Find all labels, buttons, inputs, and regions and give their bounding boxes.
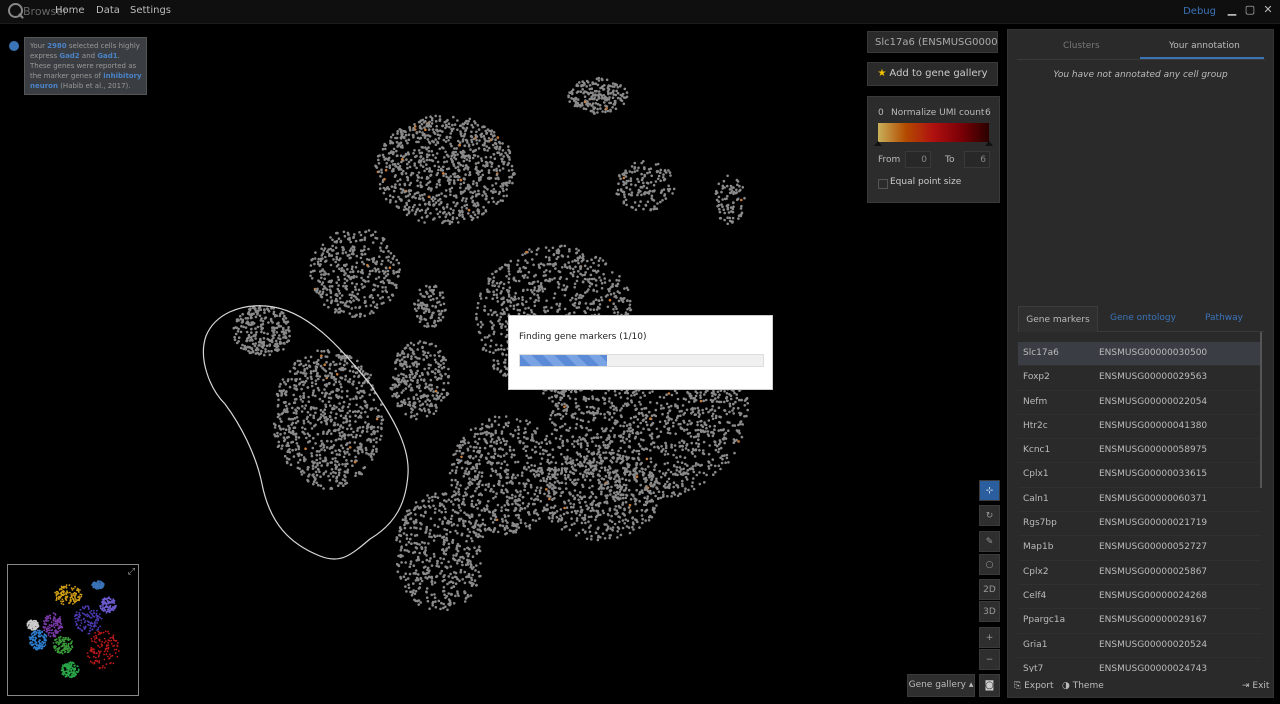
- to-label: To: [945, 155, 955, 165]
- minimap-plot: [26, 580, 120, 679]
- selection-tooltip: Your 2980 selected cells highly express …: [24, 37, 147, 95]
- nav-data[interactable]: Data: [96, 5, 120, 16]
- tab-your-annotation[interactable]: Your annotation: [1169, 41, 1240, 51]
- gene-row[interactable]: Syt7 ENSMUSG00000024743: [1018, 658, 1262, 672]
- gene-list-scrollbar[interactable]: [1260, 332, 1262, 488]
- legend-title: Normalize UMI count: [891, 108, 985, 118]
- right-panel: Clusters Your annotation You have not an…: [1007, 29, 1274, 698]
- zoom-out-button[interactable]: −: [979, 649, 1000, 670]
- export-icon: ⎘: [1014, 681, 1025, 691]
- nav-settings[interactable]: Settings: [130, 5, 171, 16]
- equal-point-size-checkbox[interactable]: [878, 179, 888, 189]
- gene-row[interactable]: Cplx2 ENSMUSG00000025867: [1018, 561, 1262, 585]
- maximize-icon[interactable]: ▢: [1244, 4, 1256, 16]
- refresh-icon: ↻: [985, 511, 994, 521]
- from-input[interactable]: 0: [905, 151, 931, 168]
- lasso-tool-button[interactable]: ○: [979, 554, 1000, 575]
- zoom-in-button[interactable]: +: [979, 627, 1000, 648]
- from-label: From: [878, 155, 901, 165]
- color-legend: 0 Normalize UMI count 6 From 0 To 6 Equa…: [867, 96, 1000, 203]
- gene-search-input[interactable]: Slc17a6 (ENSMUSG00000030500): [867, 31, 998, 53]
- gene-row[interactable]: Cplx1 ENSMUSG00000033615: [1018, 463, 1262, 488]
- lasso-icon: ○: [985, 560, 994, 570]
- progress-fill: [520, 355, 608, 366]
- cluster-tool-button[interactable]: ⊹: [979, 480, 1000, 501]
- gene-row[interactable]: Slc17a6 ENSMUSG00000030500: [1018, 342, 1262, 367]
- star-icon: ★: [877, 68, 887, 79]
- gene-row[interactable]: Celf4 ENSMUSG00000024268: [1018, 585, 1262, 610]
- view-3d-button[interactable]: 3D: [979, 601, 1000, 622]
- tab-gene-markers[interactable]: Gene markers: [1018, 306, 1098, 332]
- pen-icon: ✎: [985, 537, 994, 547]
- tab-gene-ontology[interactable]: Gene ontology: [1110, 313, 1176, 323]
- range-handle-max[interactable]: [985, 141, 993, 146]
- legend-min: 0: [878, 108, 884, 118]
- gene-row[interactable]: Ppargc1a ENSMUSG00000029167: [1018, 609, 1262, 634]
- equal-point-size-label: Equal point size: [890, 177, 962, 187]
- gene-gallery-button[interactable]: Gene gallery ▴: [907, 674, 975, 697]
- gene-row[interactable]: Kcnc1 ENSMUSG00000058975: [1018, 439, 1262, 464]
- tab-pathway[interactable]: Pathway: [1205, 313, 1243, 323]
- progress-bar: [519, 354, 764, 367]
- gene-row[interactable]: Caln1 ENSMUSG00000060371: [1018, 488, 1262, 513]
- to-input[interactable]: 6: [964, 151, 990, 168]
- pen-tool-button[interactable]: ✎: [979, 531, 1000, 552]
- gene-link-gad1[interactable]: Gad1: [97, 52, 117, 60]
- debug-link[interactable]: Debug: [1183, 6, 1216, 17]
- refresh-button[interactable]: ↻: [979, 505, 1000, 526]
- info-dot-icon[interactable]: [9, 41, 19, 51]
- progress-title: Finding gene markers (1/10): [519, 332, 647, 342]
- theme-button[interactable]: ◑ Theme: [1062, 681, 1104, 691]
- theme-icon: ◑: [1062, 681, 1073, 691]
- gene-marker-list: Slc17a6 ENSMUSG00000030500 Foxp2 ENSMUSG00…: [1018, 342, 1262, 672]
- exit-button[interactable]: ⇥ Exit: [1242, 681, 1269, 691]
- gene-row[interactable]: Gria1 ENSMUSG00000020524: [1018, 634, 1262, 658]
- hierarchy-icon: ⊹: [985, 486, 994, 496]
- add-to-gallery-button[interactable]: ★ Add to gene gallery: [867, 62, 998, 86]
- range-handle-min[interactable]: [874, 141, 882, 146]
- camera-icon[interactable]: ◙: [979, 674, 1000, 697]
- expand-icon[interactable]: ⤢: [128, 567, 135, 577]
- close-icon[interactable]: ✕: [1262, 4, 1274, 16]
- nav-home[interactable]: Home: [55, 5, 85, 16]
- top-bar: Browser Home Data Settings Debug ▁ ▢ ✕: [0, 0, 1280, 24]
- minimize-icon[interactable]: ▁: [1226, 4, 1238, 16]
- view-2d-button[interactable]: 2D: [979, 579, 1000, 600]
- gene-link-gad2[interactable]: Gad2: [59, 52, 79, 60]
- gene-row[interactable]: Rgs7bp ENSMUSG00000021719: [1018, 512, 1262, 537]
- minimap[interactable]: ⤢: [7, 564, 139, 696]
- color-gradient: [878, 123, 989, 142]
- export-button[interactable]: ⎘ Export: [1014, 681, 1054, 691]
- gene-row[interactable]: Nefm ENSMUSG00000022054: [1018, 391, 1262, 415]
- tsne-scatter-plot[interactable]: [0, 24, 1005, 704]
- gene-row[interactable]: Map1b ENSMUSG00000052727: [1018, 536, 1262, 561]
- exit-icon: ⇥: [1242, 681, 1253, 691]
- tab-clusters[interactable]: Clusters: [1063, 41, 1100, 51]
- progress-dialog: Finding gene markers (1/10): [508, 315, 773, 390]
- gene-row[interactable]: Foxp2 ENSMUSG00000029563: [1018, 366, 1262, 391]
- selected-cell-count: 2980: [47, 42, 67, 50]
- gene-row[interactable]: Htr2c ENSMUSG00000041380: [1018, 415, 1262, 440]
- legend-max: 6: [985, 108, 991, 118]
- empty-annotation-message: You have not annotated any cell group: [1053, 70, 1228, 80]
